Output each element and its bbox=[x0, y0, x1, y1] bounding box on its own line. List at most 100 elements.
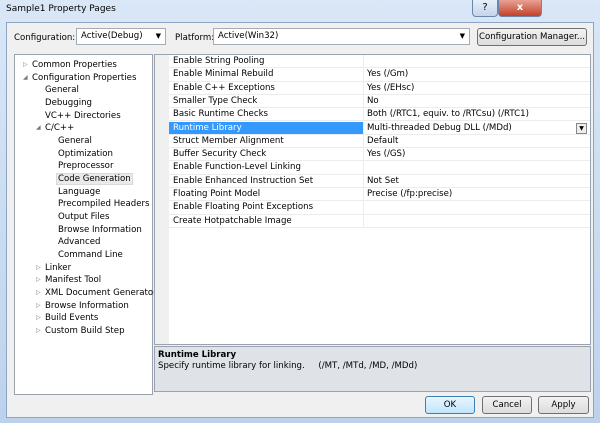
property-row[interactable]: Enable C++ Exceptions Yes (/EHsc) bbox=[169, 81, 590, 95]
tree-item-label: Custom Build Step bbox=[45, 326, 125, 337]
tree-item[interactable]: ▷ XML Document Generator bbox=[36, 287, 157, 299]
property-name: Smaller Type Check bbox=[173, 95, 258, 106]
tree-item[interactable]: Optimization bbox=[58, 148, 113, 160]
property-name: Floating Point Model bbox=[173, 189, 261, 199]
property-row[interactable]: Enable String Pooling bbox=[169, 55, 590, 69]
tree-item[interactable]: ▷ Manifest Tool bbox=[36, 274, 102, 286]
tree-item-label: Manifest Tool bbox=[45, 275, 102, 286]
tree-item-label: Browse Information bbox=[45, 300, 129, 311]
tree-item[interactable]: ▷ Browse Information bbox=[36, 300, 129, 312]
configuration-manager-button[interactable]: Configuration Manager... bbox=[477, 28, 587, 46]
tree-item-label: General bbox=[58, 136, 92, 147]
tree-item-label: Command Line bbox=[58, 250, 123, 261]
collapsed-arrow-icon[interactable]: ▷ bbox=[23, 59, 28, 71]
platform-label: Platform: bbox=[175, 33, 215, 43]
description-title: Runtime Library bbox=[158, 350, 237, 360]
property-value[interactable] bbox=[363, 201, 590, 214]
property-name: Enable Function-Level Linking bbox=[173, 162, 301, 173]
property-row[interactable]: Smaller Type Check No bbox=[169, 94, 590, 109]
property-value[interactable] bbox=[363, 161, 590, 174]
configuration-dropdown[interactable]: Active(Debug) ▼ bbox=[76, 28, 166, 45]
collapsed-arrow-icon[interactable]: ▷ bbox=[36, 287, 41, 299]
value-dropdown-button[interactable]: ▼ bbox=[576, 122, 587, 134]
tree-item[interactable]: Advanced bbox=[58, 236, 100, 248]
ok-button[interactable]: OK bbox=[425, 396, 475, 414]
property-row[interactable]: Enable Minimal Rebuild Yes (/Gm) bbox=[169, 68, 590, 82]
tree-item[interactable]: ◢ Configuration Properties bbox=[23, 72, 136, 84]
tree-item-label: General bbox=[45, 85, 79, 96]
property-name: Enable Minimal Rebuild bbox=[173, 69, 274, 80]
tree-item[interactable]: Language bbox=[58, 186, 100, 198]
expanded-arrow-icon[interactable]: ◢ bbox=[36, 122, 41, 134]
property-value[interactable]: Not Set bbox=[363, 174, 590, 187]
property-value[interactable]: Yes (/EHsc) bbox=[363, 81, 590, 94]
property-value[interactable]: Default bbox=[363, 134, 590, 148]
collapsed-arrow-icon[interactable]: ▷ bbox=[36, 312, 41, 324]
expanded-arrow-icon[interactable]: ◢ bbox=[23, 72, 28, 84]
property-name: Create Hotpatchable Image bbox=[173, 215, 292, 226]
tree-item[interactable]: ▷ Build Events bbox=[36, 312, 99, 324]
tree-item-label: Linker bbox=[45, 262, 72, 273]
tree-item-label: Advanced bbox=[58, 237, 101, 248]
property-value[interactable]: Both (/RTC1, equiv. to /RTCsu) (/RTC1) bbox=[363, 108, 590, 121]
tree-item[interactable]: ▷ Common Properties bbox=[23, 59, 117, 71]
property-value[interactable]: Precise (/fp:precise) bbox=[363, 188, 590, 201]
property-row[interactable]: Floating Point Model Precise (/fp:precise… bbox=[169, 188, 590, 202]
collapsed-arrow-icon[interactable]: ▷ bbox=[36, 325, 41, 337]
tree-item-label: XML Document Generator bbox=[45, 288, 157, 299]
tree-item-label: Debugging bbox=[45, 98, 93, 108]
description-panel: Runtime Library Specify runtime library … bbox=[154, 346, 591, 392]
property-row[interactable]: Create Hotpatchable Image bbox=[169, 214, 590, 228]
tree-item[interactable]: ▷ Custom Build Step bbox=[36, 325, 125, 337]
tree-item[interactable]: General bbox=[58, 135, 92, 147]
tree-item[interactable]: Code Generation bbox=[56, 173, 133, 186]
tree-item[interactable]: ◢ C/C++ bbox=[36, 122, 75, 134]
configuration-label: Configuration: bbox=[14, 33, 76, 43]
tree-item[interactable]: Precompiled Headers bbox=[58, 198, 150, 210]
property-value[interactable]: Multi-threaded Debug DLL (/MDd) bbox=[363, 121, 590, 134]
property-row[interactable]: Struct Member Alignment Default bbox=[169, 134, 590, 149]
property-row[interactable]: Basic Runtime Checks Both (/RTC1, equiv. … bbox=[169, 108, 590, 122]
property-value[interactable]: No bbox=[363, 94, 590, 108]
collapsed-arrow-icon[interactable]: ▷ bbox=[36, 274, 41, 286]
property-row[interactable]: Runtime Library Multi-threaded Debug DLL … bbox=[169, 121, 590, 135]
tree-item-label: Browse Information bbox=[58, 224, 142, 235]
tree-item[interactable]: Command Line bbox=[58, 249, 123, 261]
collapsed-arrow-icon[interactable]: ▷ bbox=[36, 300, 41, 312]
tree-item-label: Build Events bbox=[45, 313, 99, 324]
property-row[interactable]: Enable Floating Point Exceptions bbox=[169, 201, 590, 215]
tree-item[interactable]: Output Files bbox=[58, 211, 109, 223]
property-value[interactable]: Yes (/Gm) bbox=[363, 68, 590, 81]
property-grid[interactable]: Enable String Pooling Enable Minimal Rebu… bbox=[154, 54, 591, 345]
tree-item-label: Common Properties bbox=[32, 60, 117, 70]
property-row[interactable]: Enable Enhanced Instruction Set Not Set bbox=[169, 174, 590, 188]
description-text: Specify runtime library for linking. (/M… bbox=[158, 361, 418, 371]
close-button[interactable]: x bbox=[498, 0, 542, 17]
property-row[interactable]: Enable Function-Level Linking bbox=[169, 161, 590, 175]
tree-item-label: Language bbox=[58, 186, 101, 197]
tree-item[interactable]: Browse Information bbox=[58, 224, 142, 236]
tree-item-label: Preprocessor bbox=[58, 161, 114, 172]
cancel-button[interactable]: Cancel bbox=[482, 396, 532, 414]
tree-item-label: C/C++ bbox=[45, 123, 75, 134]
tree-item-label: Output Files bbox=[58, 212, 110, 223]
property-name: Enable Floating Point Exceptions bbox=[173, 202, 314, 213]
property-value[interactable] bbox=[363, 55, 590, 68]
tree-item[interactable]: General bbox=[45, 84, 79, 96]
tree-item-label: VC++ Directories bbox=[45, 110, 121, 121]
tree-item[interactable]: Debugging bbox=[45, 97, 92, 109]
platform-dropdown[interactable]: Active(Win32) ▼ bbox=[213, 28, 470, 45]
apply-button[interactable]: Apply bbox=[538, 396, 589, 414]
property-row[interactable]: Buffer Security Check Yes (/GS) bbox=[169, 148, 590, 162]
tree-item[interactable]: VC++ Directories bbox=[45, 110, 121, 122]
tree-item[interactable]: Preprocessor bbox=[58, 160, 113, 172]
property-tree[interactable]: ▷ Common Properties ◢ Configuration Propert… bbox=[14, 54, 157, 395]
property-name: Enable Enhanced Instruction Set bbox=[173, 175, 314, 186]
collapsed-arrow-icon[interactable]: ▷ bbox=[36, 262, 41, 274]
chevron-down-icon: ▼ bbox=[459, 32, 465, 40]
tree-item[interactable]: ▷ Linker bbox=[36, 262, 72, 274]
property-value[interactable] bbox=[363, 214, 590, 227]
window-title: Sample1 Property Pages bbox=[6, 4, 116, 14]
help-button[interactable]: ? bbox=[472, 0, 498, 17]
property-value[interactable]: Yes (/GS) bbox=[363, 148, 590, 161]
